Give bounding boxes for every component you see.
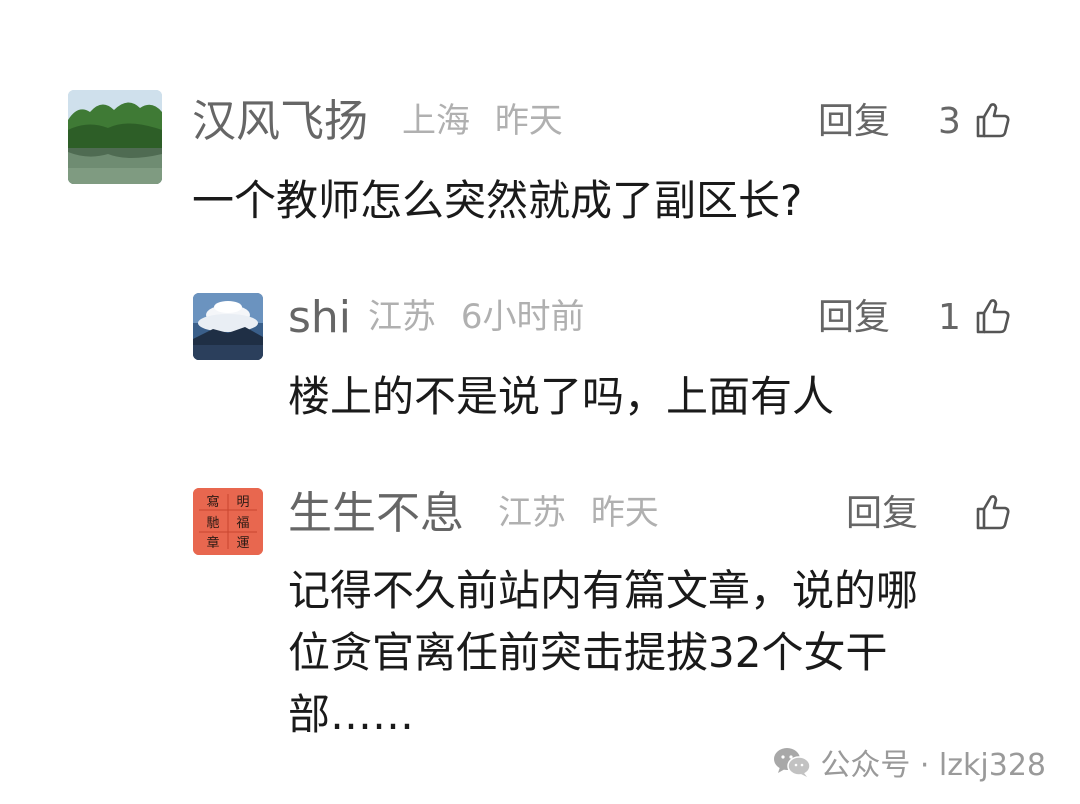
thumb-up-icon[interactable] — [972, 296, 1012, 336]
thumb-up-icon[interactable] — [972, 100, 1012, 140]
comment-text: 一个教师怎么突然就成了副区长? — [192, 176, 803, 225]
cloud-mountain-avatar-image — [193, 293, 263, 360]
commenter-name[interactable]: 生生不息 — [288, 492, 464, 536]
comment-text: 记得不久前站内有篇文章，说的哪 位贪官离任前突击提拔32个女干 部…… — [288, 560, 1048, 746]
comment-time: 6小时前 — [460, 297, 585, 337]
comment-text-line: 部…… — [288, 690, 415, 739]
comment-location: 上海 — [402, 101, 470, 141]
like-count: 1 — [938, 297, 961, 338]
comment-time: 昨天 — [494, 101, 563, 141]
account-label: 公众号 · lzkj328 — [820, 748, 1046, 783]
comment-text-line: 记得不久前站内有篇文章，说的哪 — [288, 566, 919, 615]
comment-meta: 上海 昨天 — [402, 104, 563, 138]
reply-button[interactable]: 回复 — [846, 496, 918, 532]
commenter-name[interactable]: shi — [288, 296, 351, 340]
landscape-avatar-image — [68, 90, 162, 184]
comment-text: 楼上的不是说了吗，上面有人 — [288, 372, 835, 421]
avatar[interactable] — [193, 293, 263, 360]
comment-meta: 江苏 昨天 — [498, 496, 659, 530]
comment-meta: 江苏 6小时前 — [368, 300, 584, 334]
seal-char: 福 — [236, 516, 249, 531]
account-watermark: 公众号 · lzkj328 — [772, 740, 1046, 784]
seal-char: 章 — [206, 535, 219, 551]
seal-char: 寫 — [206, 494, 219, 510]
comment-time: 昨天 — [590, 493, 659, 533]
comment-location: 江苏 — [498, 493, 566, 533]
seal-char: 運 — [236, 536, 249, 551]
avatar[interactable]: 寫 明 馳 福 章 運 — [193, 488, 263, 555]
calligraphy-seal-avatar-image: 寫 明 馳 福 章 運 — [193, 488, 263, 555]
reply-button[interactable]: 回复 — [818, 104, 890, 140]
like-count: 3 — [938, 101, 961, 142]
reply-button[interactable]: 回复 — [818, 300, 890, 336]
seal-char: 明 — [236, 495, 249, 510]
comment-location: 江苏 — [368, 297, 436, 337]
thumb-up-icon[interactable] — [972, 492, 1012, 532]
wechat-icon — [774, 748, 812, 777]
comment-text-line: 位贪官离任前突击提拔32个女干 — [288, 628, 888, 677]
seal-char: 馳 — [206, 516, 219, 531]
commenter-name[interactable]: 汉风飞扬 — [192, 100, 368, 144]
avatar[interactable] — [68, 90, 162, 184]
